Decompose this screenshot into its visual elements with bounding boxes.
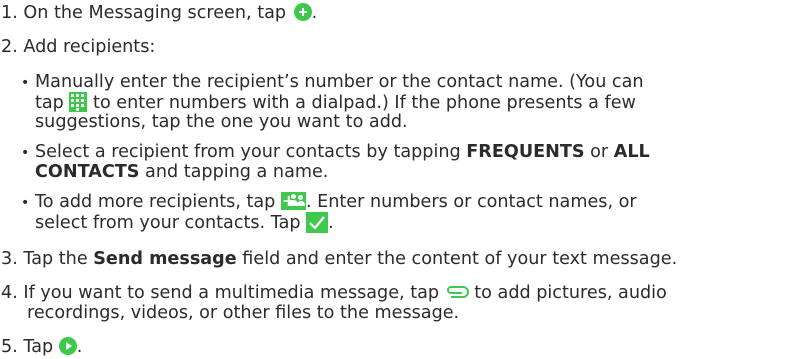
bullet-1-line-3: suggestions, tap the one you want to add… [35, 112, 408, 132]
bullet-2-line-2: CONTACTS and tapping a name. [35, 162, 328, 182]
step-text: Add recipients: [23, 37, 156, 57]
step-2: 2. Add recipients: [1, 37, 155, 57]
step-3: 3. Tap the Send message field and enter … [1, 249, 677, 269]
bullet-text: tap [35, 93, 64, 113]
step-text-end: . [311, 3, 318, 23]
step-text: On the Messaging screen, tap [23, 3, 287, 23]
step-text: to add pictures, audio [474, 283, 667, 303]
dialpad-icon [69, 92, 88, 112]
step-4-line-2: recordings, videos, or other files to th… [27, 303, 460, 323]
bullet-3-line-1: To add more recipients, tap + . Enter nu… [35, 192, 637, 213]
bullet-text: Select a recipient from your contacts by… [35, 142, 461, 162]
step-text: field and enter the content of your text… [242, 249, 678, 269]
instructions-page: 1. On the Messaging screen, tap . 2. Add… [0, 0, 804, 359]
bullet-1-line-2: tap to enter numbers with a dialpad.) If… [35, 92, 636, 113]
step-number: 5. [1, 337, 18, 357]
contacts-label: CONTACTS [35, 162, 140, 182]
step-text-end: . [76, 337, 83, 357]
bullet-text: . [328, 213, 334, 233]
paperclip-icon [445, 285, 469, 299]
bullet-text: To add more recipients, tap [35, 192, 276, 212]
all-label: ALL [613, 142, 650, 162]
step-number: 3. [1, 249, 18, 269]
bullet-2-line-1: Select a recipient from your contacts by… [35, 142, 650, 162]
step-5: 5. Tap . [1, 337, 82, 357]
step-text: Tap the [23, 249, 88, 269]
bullet-text: or [590, 142, 609, 162]
step-4: 4. If you want to send a multimedia mess… [1, 283, 667, 303]
step-number: 1. [1, 3, 18, 23]
checkmark-icon [306, 212, 329, 233]
send-icon [58, 337, 77, 355]
step-text: Tap [23, 337, 54, 357]
add-people-icon: + [280, 192, 306, 210]
send-message-label: Send message [93, 249, 237, 269]
bullet-text: select from your contacts. Tap [35, 213, 301, 233]
bullet-dot: • [21, 75, 30, 91]
bullet-dot: • [21, 195, 30, 211]
bullet-1-line-1: Manually enter the recipient’s number or… [35, 72, 644, 92]
frequents-label: FREQUENTS [466, 142, 585, 162]
step-1: 1. On the Messaging screen, tap . [1, 3, 317, 23]
step-number: 2. [1, 37, 18, 57]
bullet-text: and tapping a name. [145, 162, 329, 182]
step-number: 4. [1, 283, 18, 303]
add-circle-icon [293, 3, 312, 21]
bullet-text: to enter numbers with a dialpad.) If the… [93, 93, 636, 113]
bullet-text: . Enter numbers or contact names, or [305, 192, 637, 212]
bullet-3-line-2: select from your contacts. Tap . [35, 212, 334, 233]
bullet-dot: • [21, 145, 30, 161]
step-text: If you want to send a multimedia message… [23, 283, 440, 303]
